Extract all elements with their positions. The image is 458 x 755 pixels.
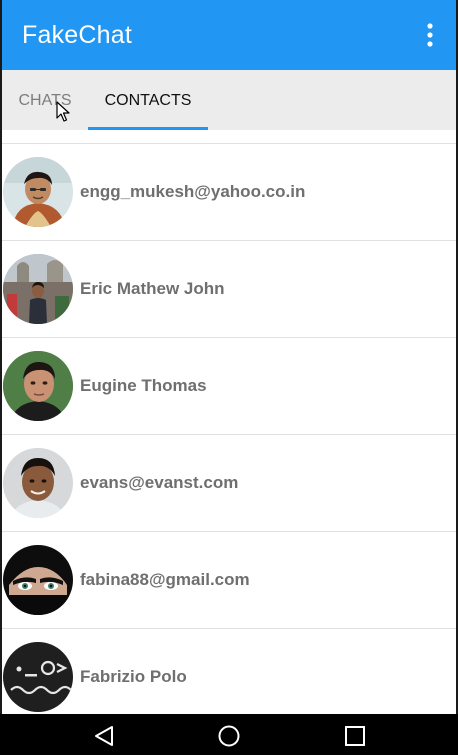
back-icon: [95, 726, 113, 746]
screen: FakeChat CHATS CONTACTS engg_mukesh@yaho…: [0, 0, 458, 755]
overflow-menu-button[interactable]: [420, 22, 440, 48]
back-button[interactable]: [92, 724, 116, 748]
contact-list[interactable]: engg_mukesh@yahoo.co.in Eric Mathew John…: [0, 144, 458, 714]
contact-name: evans@evanst.com: [80, 473, 239, 492]
contact-name: fabina88@gmail.com: [80, 570, 250, 589]
contact-item[interactable]: fabina88@gmail.com: [0, 532, 458, 629]
contact-item[interactable]: Fabrizio Polo: [0, 629, 458, 714]
contact-name: Eugine Thomas: [80, 376, 207, 395]
screen-edge-left: [0, 0, 2, 714]
app-title: FakeChat: [22, 21, 132, 49]
avatar: [3, 642, 73, 712]
app-bar: FakeChat: [0, 0, 458, 70]
contact-name: Fabrizio Polo: [80, 667, 187, 686]
avatar: [3, 157, 73, 227]
home-icon: [218, 725, 240, 747]
system-nav-bar: [0, 714, 458, 755]
avatar: [3, 254, 73, 324]
contact-item[interactable]: evans@evanst.com: [0, 435, 458, 532]
recents-icon: [345, 726, 365, 746]
avatar: [3, 448, 73, 518]
more-vert-icon: [427, 23, 433, 47]
contact-item[interactable]: engg_mukesh@yahoo.co.in: [0, 144, 458, 241]
recents-button[interactable]: [343, 724, 367, 748]
mouse-cursor-icon: [56, 101, 70, 122]
avatar: [3, 545, 73, 615]
contact-item[interactable]: Eugine Thomas: [0, 338, 458, 435]
contact-name: Eric Mathew John: [80, 279, 225, 298]
tab-contacts[interactable]: CONTACTS: [88, 70, 208, 130]
avatar: [3, 351, 73, 421]
contact-item[interactable]: Eric Mathew John: [0, 241, 458, 338]
tab-indicator: [88, 127, 208, 130]
contact-name: engg_mukesh@yahoo.co.in: [80, 182, 306, 201]
home-button[interactable]: [217, 724, 241, 748]
